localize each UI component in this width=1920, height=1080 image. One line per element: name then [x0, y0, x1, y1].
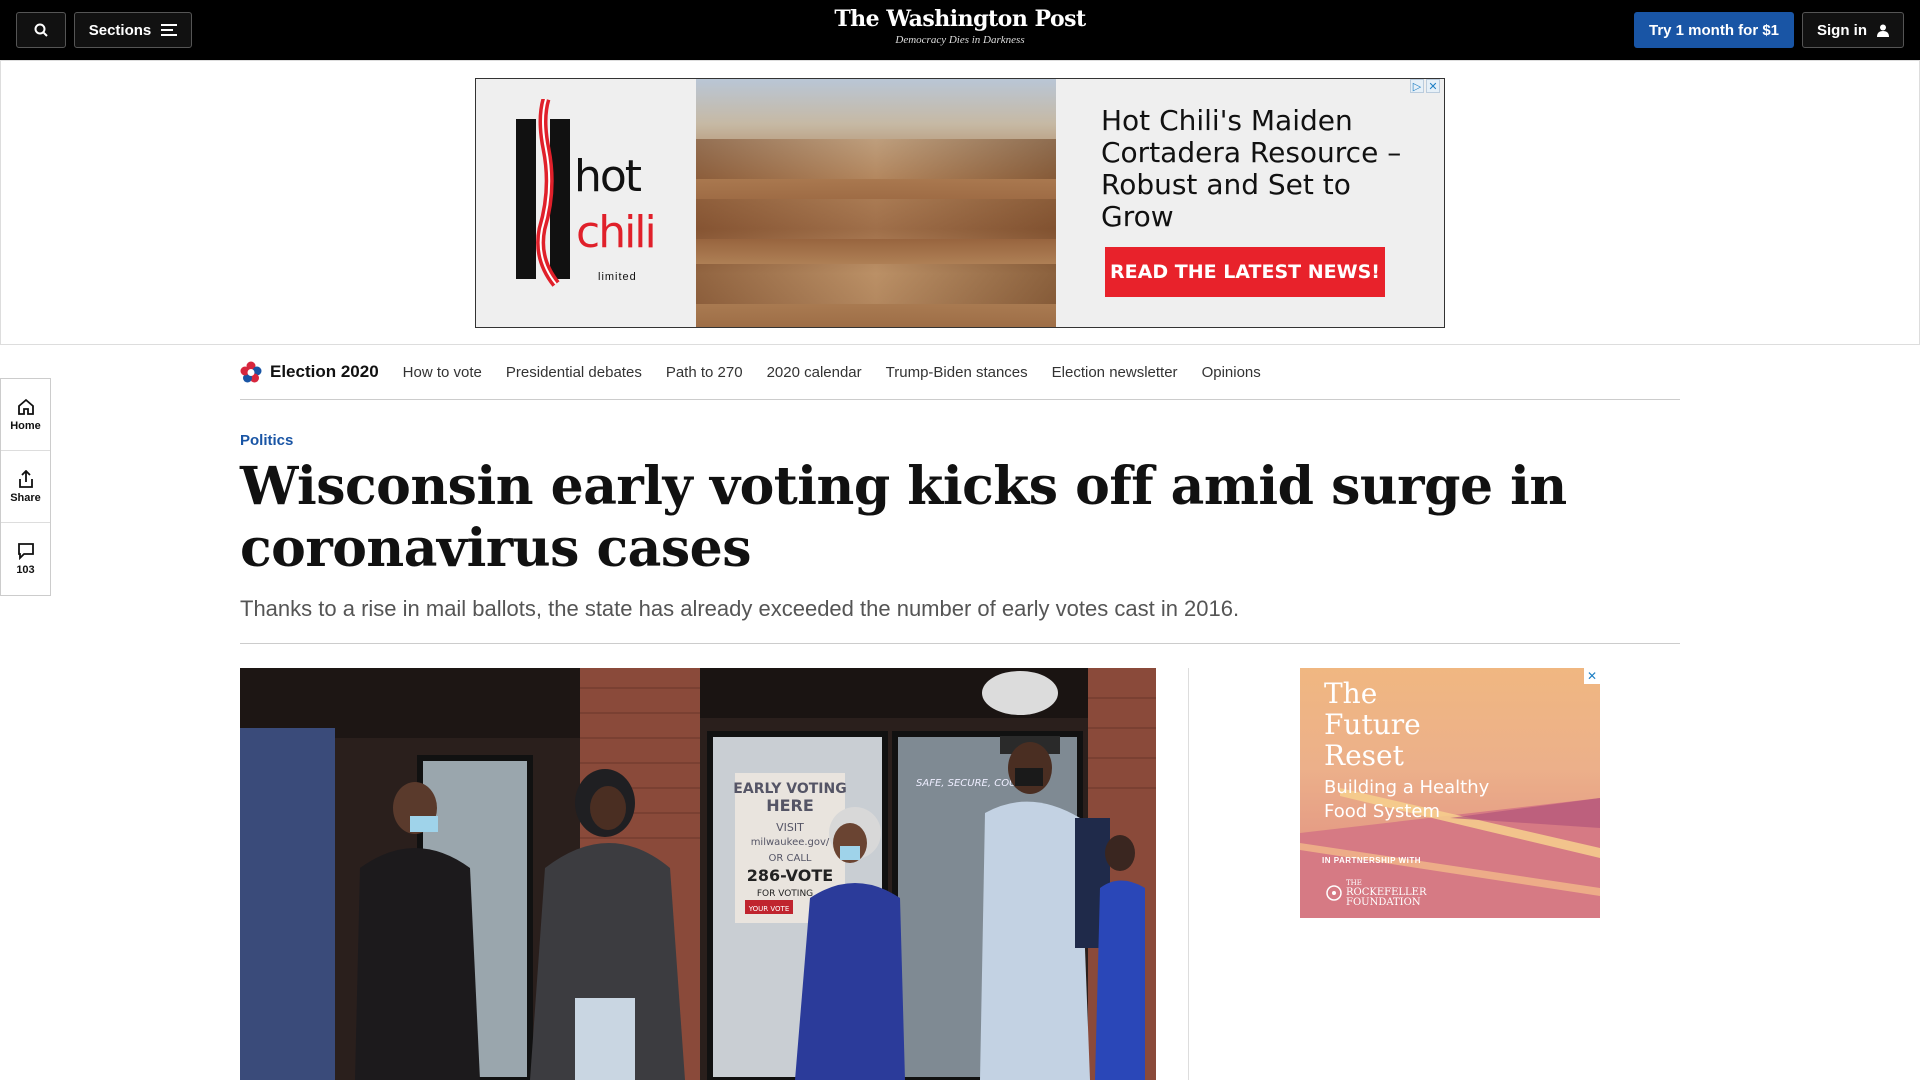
sidebar-ad-foundation-logo: THE ROCKEFELLER FOUNDATION: [1326, 878, 1427, 908]
sidebar-ad-title: The Future Reset: [1324, 678, 1421, 771]
home-icon: [17, 398, 34, 415]
ad-headline: Hot Chili's Maiden Cortadera Resource – …: [1101, 104, 1402, 233]
nav-link-opinions[interactable]: Opinions: [1202, 364, 1261, 381]
sidebar-ad-subtitle-line-2: Food System: [1324, 801, 1441, 822]
sign-text-5: OR CALL: [769, 853, 812, 864]
chili-pepper-icon: [516, 99, 570, 287]
sign-text-3: VISIT: [776, 821, 804, 834]
article-headline: Wisconsin early voting kicks off amid su…: [240, 456, 1567, 579]
share-label: Share: [10, 491, 41, 504]
sidebar-ad-partner: IN PARTNERSHIP WITH: [1322, 856, 1421, 865]
sign-text-1: EARLY VOTING: [733, 781, 846, 797]
nav-link-election-newsletter[interactable]: Election newsletter: [1052, 364, 1178, 381]
banner-ad[interactable]: ▷ ✕ hot chili limited Hot Chili's Maiden…: [475, 78, 1445, 328]
election-brand-label: Election 2020: [270, 362, 379, 381]
home-label: Home: [10, 419, 41, 432]
menu-icon: [161, 24, 178, 36]
search-icon: [34, 23, 48, 37]
section-kicker[interactable]: Politics: [240, 432, 293, 449]
sign-text-8: YOUR VOTE: [748, 905, 790, 913]
site-logo[interactable]: The Washington Post: [760, 6, 1160, 32]
article-subheadline: Thanks to a rise in mail ballots, the st…: [240, 596, 1240, 621]
nav-link-presidential-debates[interactable]: Presidential debates: [506, 364, 642, 381]
ad-landscape-image: [696, 79, 1056, 327]
ad-info-icon[interactable]: ▷: [1410, 79, 1424, 93]
sections-label: Sections: [88, 21, 152, 39]
nav-link-trump-biden-stances[interactable]: Trump-Biden stances: [886, 364, 1028, 381]
sidebar-ad-title-line-1: The: [1324, 677, 1378, 710]
sign-in-button[interactable]: Sign in: [1802, 12, 1904, 48]
election-star-icon: [240, 361, 262, 383]
ad-choices[interactable]: ▷ ✕: [1410, 79, 1440, 93]
ad-logo-text-2: chili: [576, 207, 657, 258]
foundation-emblem-icon: [1326, 885, 1342, 901]
header-divider: [240, 643, 1680, 644]
sidebar-ad-subtitle: Building a Healthy Food System: [1324, 776, 1489, 824]
masthead[interactable]: The Washington Post Democracy Dies in Da…: [760, 6, 1160, 46]
share-icon: [18, 469, 33, 488]
subscribe-button[interactable]: Try 1 month for $1: [1634, 12, 1794, 48]
nav-link-2020-calendar[interactable]: 2020 calendar: [767, 364, 862, 381]
sidebar-ad-title-line-3: Reset: [1324, 739, 1404, 772]
sidebar-ad-subtitle-line-1: Building a Healthy: [1324, 777, 1490, 798]
sign-text-7: FOR VOTING: [757, 889, 813, 899]
site-tagline: Democracy Dies in Darkness: [895, 34, 1025, 46]
lead-photo[interactable]: EARLY VOTING HERE VISIT milwaukee.gov/ O…: [240, 668, 1156, 1080]
voters-in-line-illustration: EARLY VOTING HERE VISIT milwaukee.gov/ O…: [240, 668, 1156, 1080]
home-button[interactable]: Home: [1, 379, 50, 451]
ad-logo-text-1: hot: [574, 151, 642, 202]
ad-logo: hot chili limited: [516, 99, 657, 309]
comment-icon: [17, 543, 34, 560]
user-icon: [1877, 24, 1889, 37]
sign-in-label: Sign in: [1817, 21, 1867, 39]
sign-text-2: HERE: [766, 796, 814, 815]
sidebar-ad[interactable]: ✕ The Future Reset Building a Healthy Fo…: [1300, 668, 1600, 918]
nav-link-path-to-270[interactable]: Path to 270: [666, 364, 743, 381]
comments-count: 103: [16, 564, 35, 576]
left-rail: Home Share 103: [0, 378, 51, 596]
column-divider: [1188, 668, 1189, 1080]
nav-link-how-to-vote[interactable]: How to vote: [403, 364, 482, 381]
comments-button[interactable]: 103: [1, 523, 50, 595]
ad-cta-button[interactable]: READ THE LATEST NEWS!: [1105, 247, 1385, 297]
sidebar-ad-title-line-2: Future: [1324, 708, 1421, 741]
search-button[interactable]: [16, 12, 66, 48]
election-nav: Election 2020 How to vote Presidential d…: [240, 345, 1680, 400]
sign-text-6: 286-VOTE: [747, 866, 833, 885]
sidebar-ad-close-icon[interactable]: ✕: [1584, 668, 1600, 684]
person-1: [240, 728, 335, 1080]
ad-logo-text-3: limited: [598, 271, 637, 283]
sign-text-4: milwaukee.gov/: [751, 837, 830, 848]
sections-button[interactable]: Sections: [74, 12, 192, 48]
share-button[interactable]: Share: [1, 451, 50, 523]
foundation-line-3: FOUNDATION: [1346, 897, 1421, 908]
ad-close-icon[interactable]: ✕: [1426, 79, 1440, 93]
site-header: Sections The Washington Post Democracy D…: [0, 0, 1920, 60]
election-brand[interactable]: Election 2020: [240, 361, 379, 383]
